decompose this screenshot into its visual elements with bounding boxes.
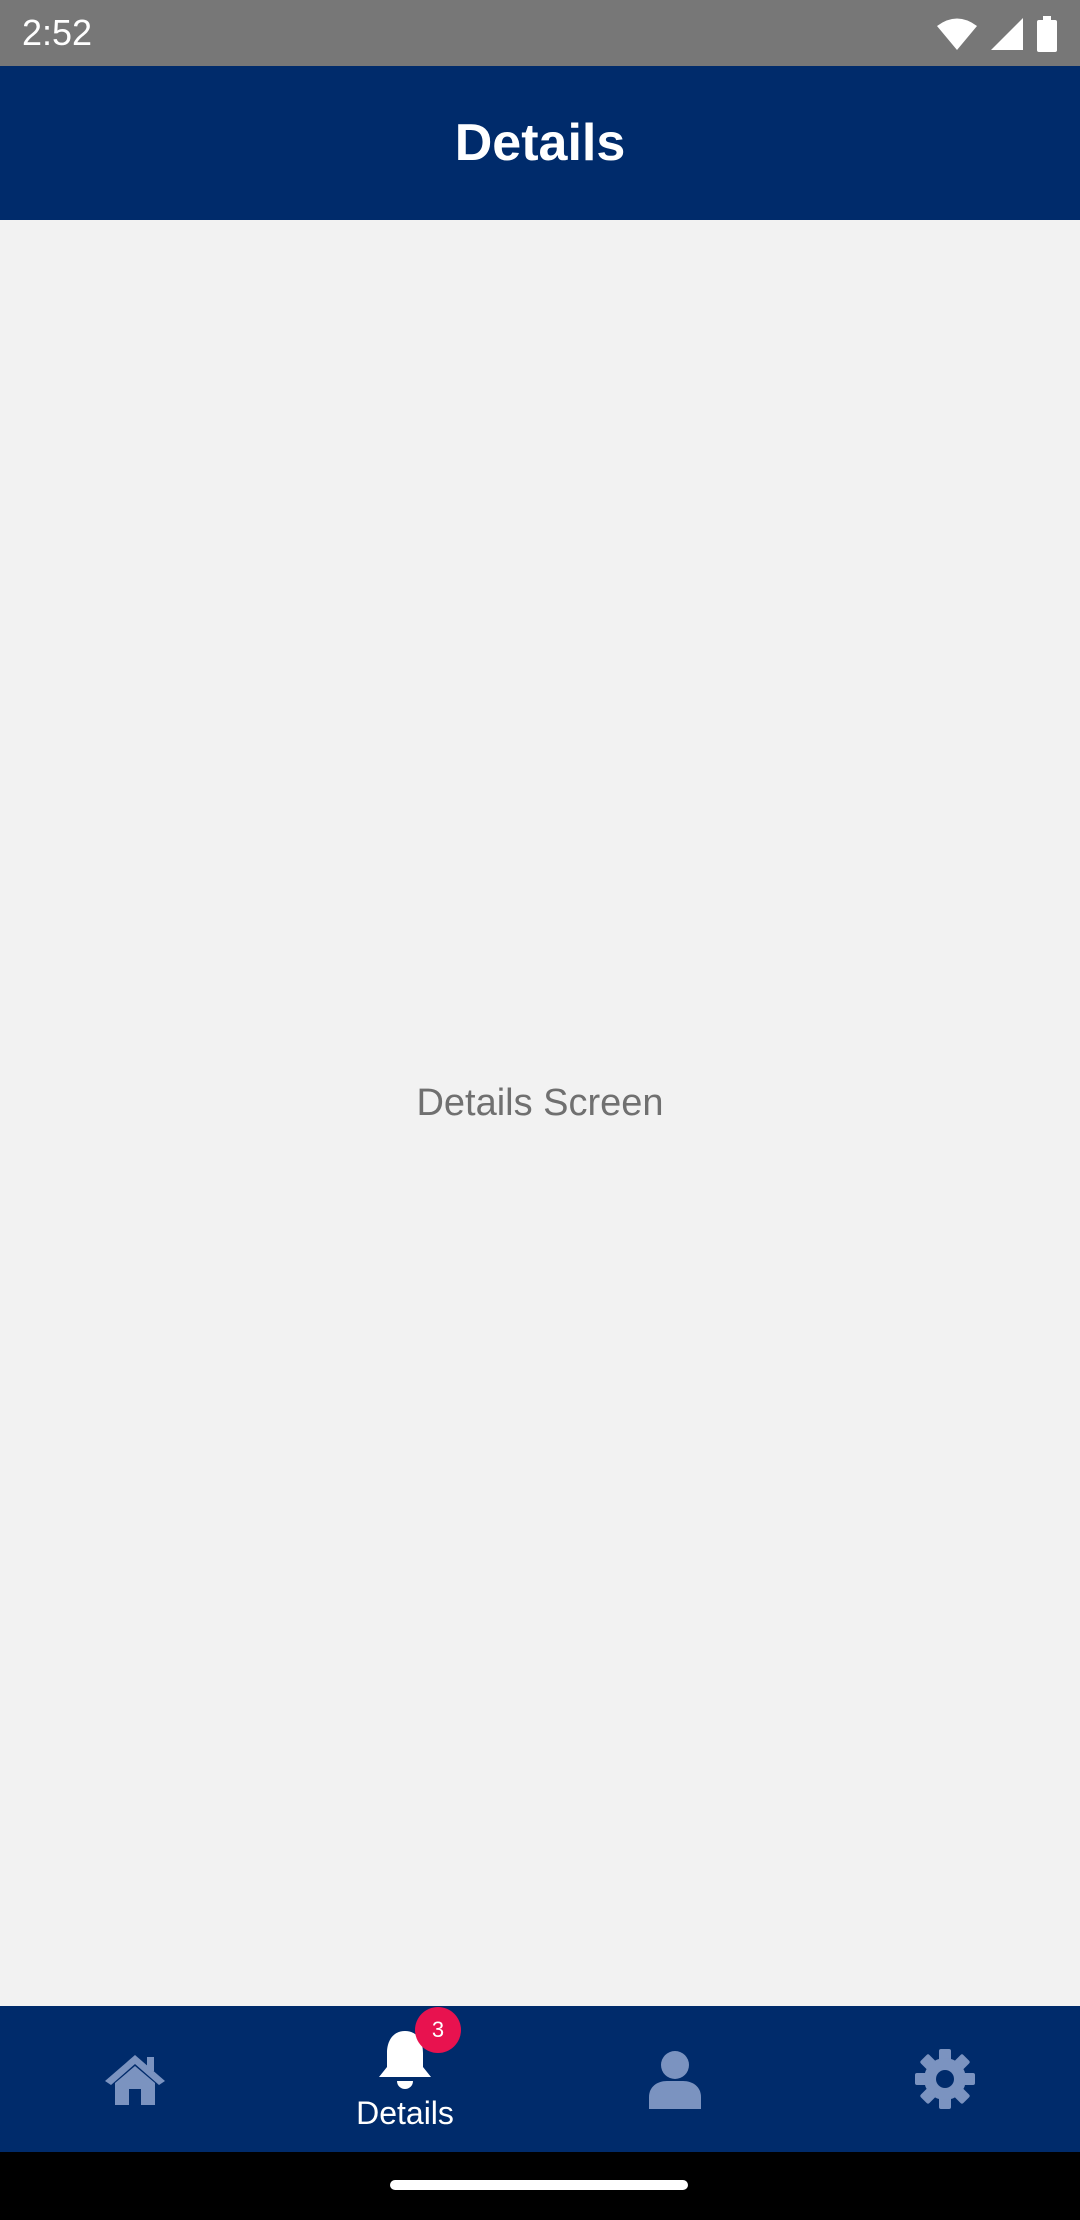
cell-signal-icon [990,17,1024,51]
page-title: Details [454,114,626,172]
status-icons [936,14,1058,54]
nav-item-home[interactable] [0,2006,270,2152]
status-time: 2:52 [22,12,93,53]
nav-item-profile[interactable] [540,2006,810,2152]
bell-icon: 3 [373,2007,461,2091]
home-gesture-handle[interactable] [390,2180,688,2190]
nav-label-details: Details [356,2095,454,2131]
details-screen-text: Details Screen [416,1082,664,1124]
settings-icon [913,2047,977,2111]
battery-icon [1036,16,1058,52]
bottom-navigation: 3 Details [0,2006,1080,2152]
nav-item-details[interactable]: 3 Details [270,2006,540,2152]
notification-badge: 3 [415,2007,461,2053]
home-icon [103,2047,167,2111]
wifi-icon [936,17,978,51]
nav-item-settings[interactable] [810,2006,1080,2152]
profile-icon [643,2047,707,2111]
main-content: Details Screen [0,220,1080,2006]
app-header: Details [0,66,1080,220]
gesture-bar [0,2152,1080,2220]
status-bar: 2:52 [0,0,1080,66]
